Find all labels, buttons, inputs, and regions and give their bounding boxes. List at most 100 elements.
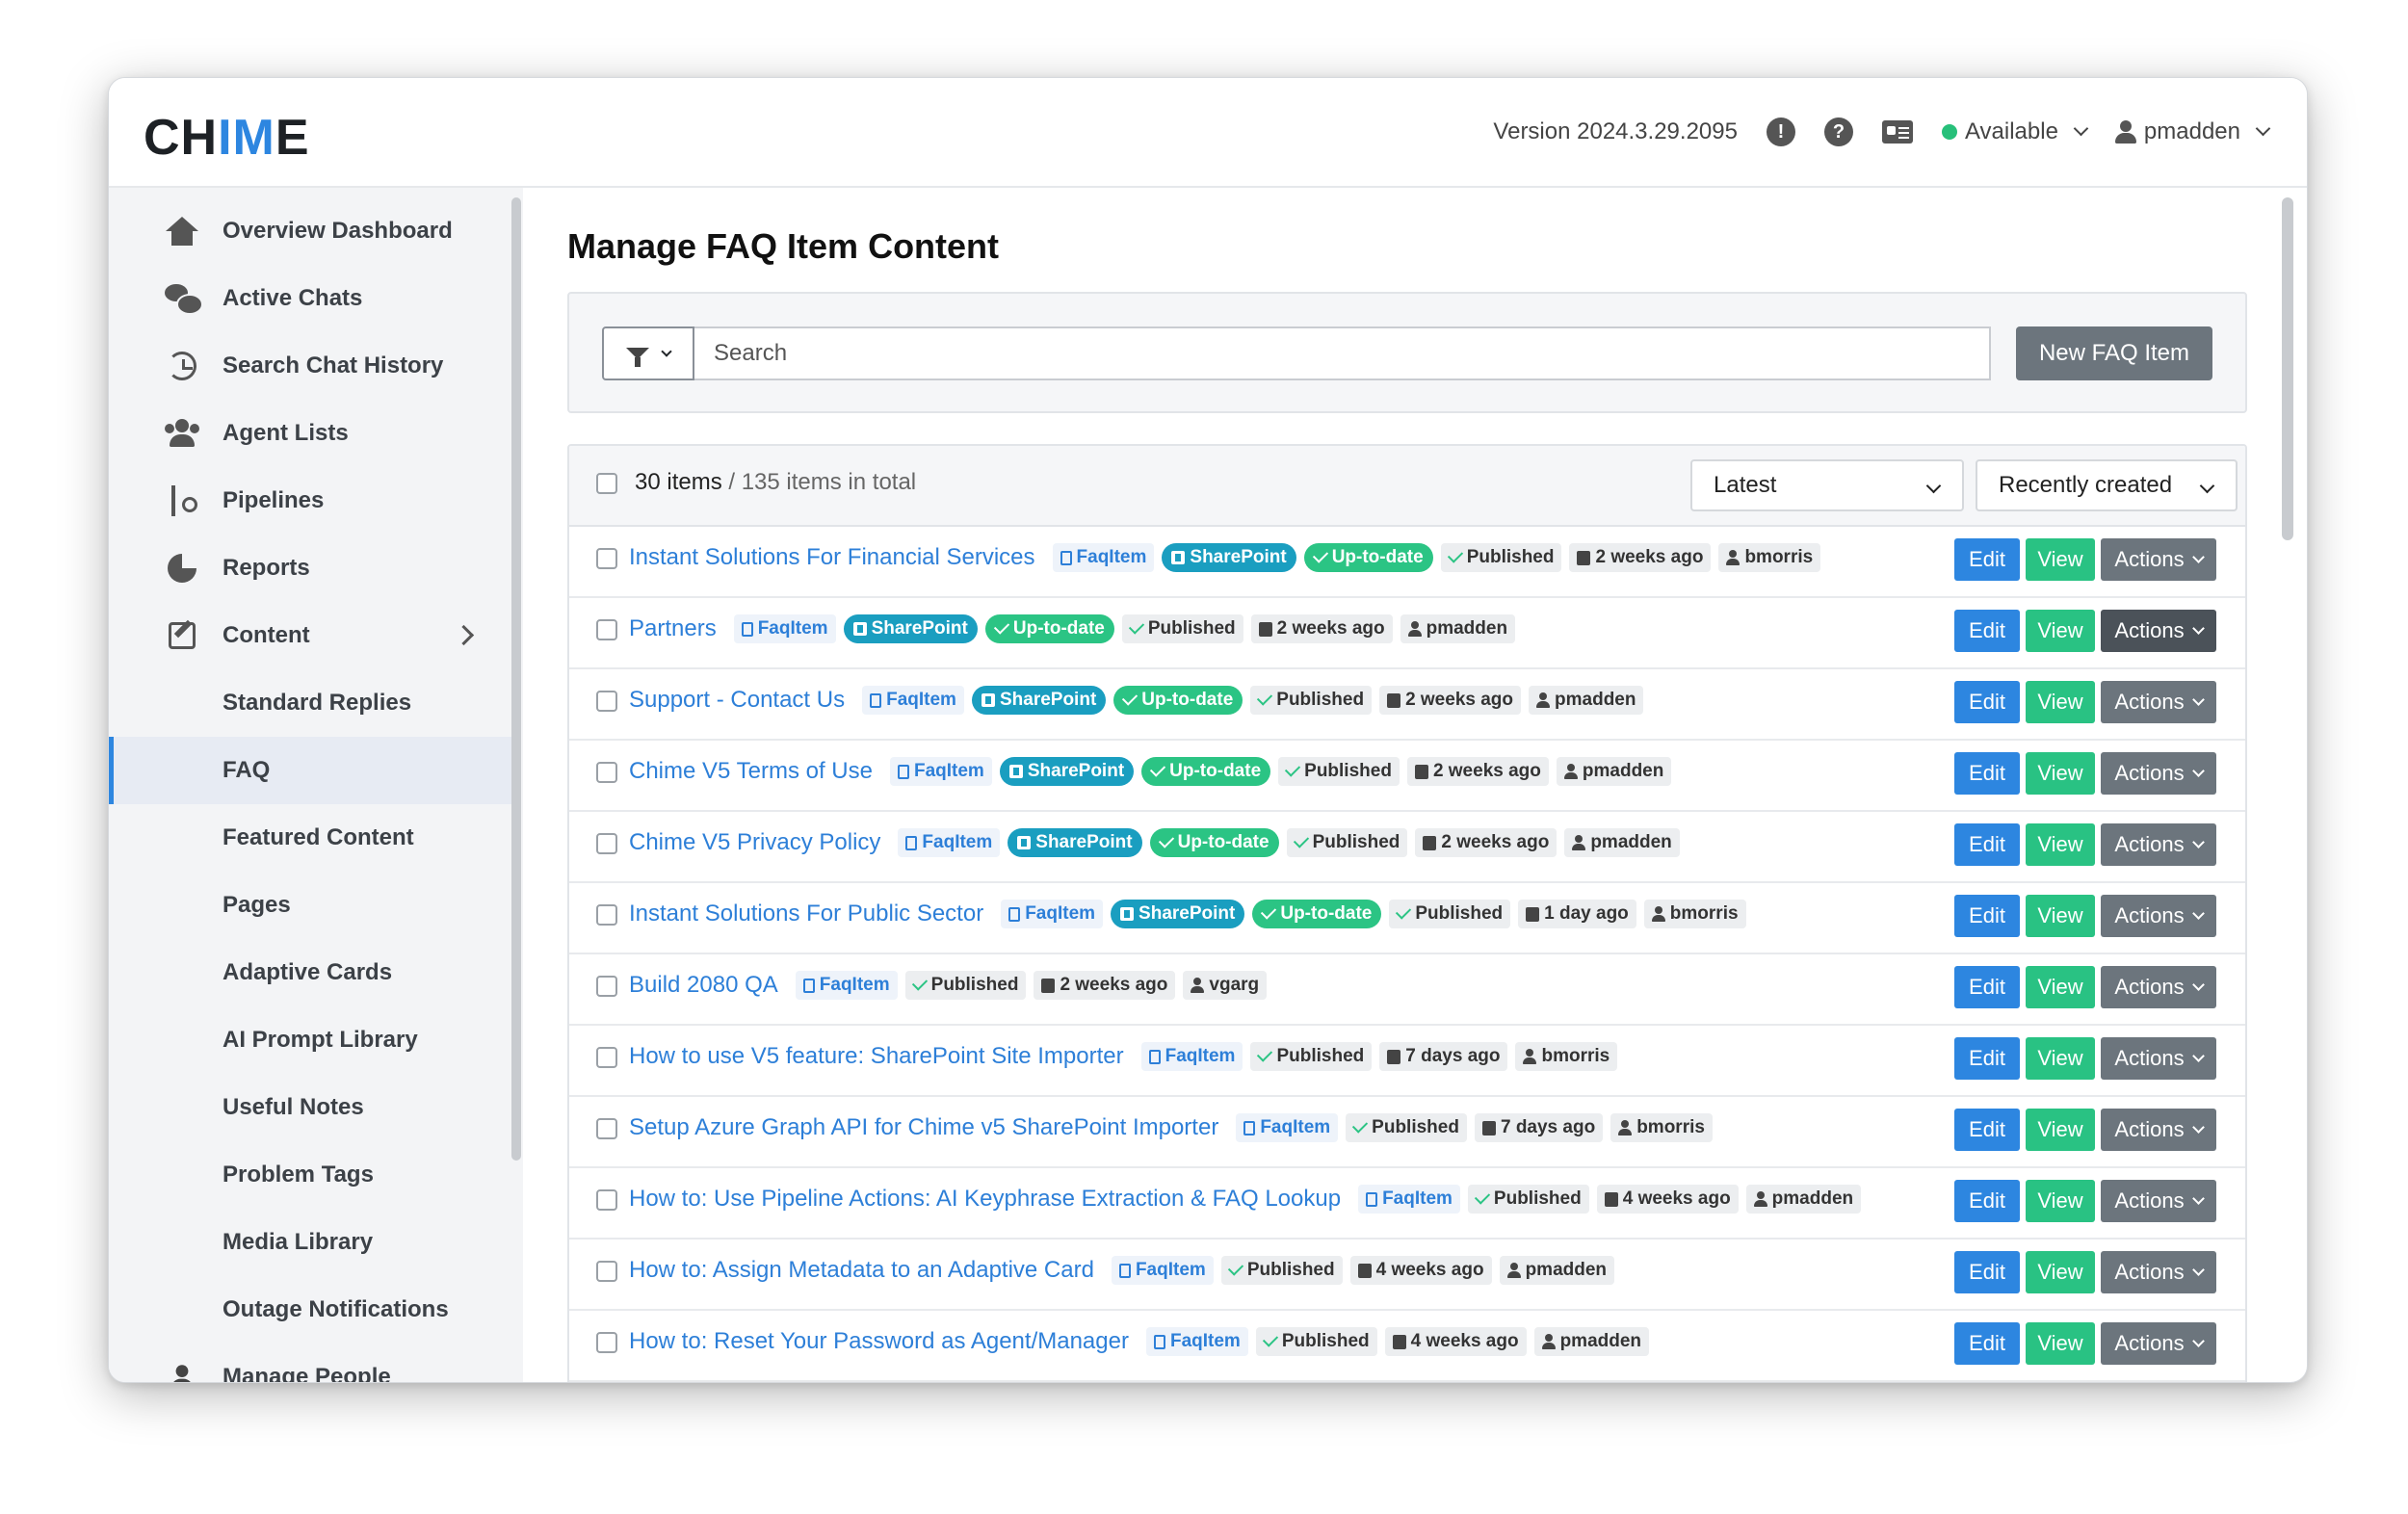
edit-button[interactable]: Edit	[1954, 610, 2020, 652]
nav-ai-prompt-library[interactable]: AI Prompt Library	[109, 1006, 511, 1074]
search-input[interactable]	[694, 326, 1991, 380]
actions-dropdown[interactable]: Actions	[2101, 1251, 2216, 1293]
nav-overview-dashboard[interactable]: Overview Dashboard	[109, 197, 511, 265]
faq-title-link[interactable]: How to: Assign Metadata to an Adaptive C…	[629, 1257, 1094, 1284]
view-button[interactable]: View	[2026, 823, 2095, 866]
chevron-down-icon	[2191, 764, 2205, 777]
edit-button[interactable]: Edit	[1954, 1037, 2020, 1080]
chime-logo[interactable]: CHIME	[144, 109, 310, 167]
row-checkbox[interactable]	[596, 1332, 617, 1353]
faq-title-link[interactable]: How to: Use Pipeline Actions: AI Keyphra…	[629, 1186, 1341, 1213]
actions-dropdown[interactable]: Actions	[2101, 681, 2216, 723]
nav-standard-replies[interactable]: Standard Replies	[109, 669, 511, 737]
new-faq-item-button[interactable]: New FAQ Item	[2016, 326, 2212, 380]
view-button[interactable]: View	[2026, 966, 2095, 1008]
row-checkbox[interactable]	[596, 762, 617, 783]
alert-icon[interactable]: !	[1766, 117, 1795, 146]
user-menu[interactable]: pmadden	[2114, 118, 2271, 145]
actions-dropdown[interactable]: Actions	[2101, 1322, 2216, 1365]
help-icon[interactable]: ?	[1823, 117, 1853, 146]
faq-title-link[interactable]: Chime V5 Terms of Use	[629, 758, 873, 785]
contact-card-icon[interactable]	[1881, 120, 1913, 144]
view-button[interactable]: View	[2026, 1037, 2095, 1080]
edit-button[interactable]: Edit	[1954, 1251, 2020, 1293]
nav-manage-people[interactable]: Manage People	[109, 1344, 511, 1382]
nav-search-chat-history[interactable]: Search Chat History	[109, 332, 511, 400]
view-button[interactable]: View	[2026, 895, 2095, 937]
view-button[interactable]: View	[2026, 1322, 2095, 1365]
nav-pipelines[interactable]: Pipelines	[109, 467, 511, 535]
row-checkbox[interactable]	[596, 1047, 617, 1068]
nav-faq[interactable]: FAQ	[109, 737, 511, 804]
view-button[interactable]: View	[2026, 1109, 2095, 1151]
edit-button[interactable]: Edit	[1954, 538, 2020, 581]
type-badge: FaqItem	[1358, 1185, 1460, 1214]
actions-dropdown[interactable]: Actions	[2101, 1037, 2216, 1080]
faq-title-link[interactable]: Instant Solutions For Financial Services	[629, 544, 1035, 571]
calendar-icon	[1392, 1334, 1406, 1349]
nav-outage-notifications[interactable]: Outage Notifications	[109, 1276, 511, 1344]
row-checkbox[interactable]	[596, 904, 617, 926]
edit-button[interactable]: Edit	[1954, 1180, 2020, 1222]
select-all-checkbox[interactable]	[596, 473, 617, 494]
faq-title-link[interactable]: Partners	[629, 615, 717, 642]
edit-button[interactable]: Edit	[1954, 752, 2020, 795]
faq-title-link[interactable]: Build 2080 QA	[629, 972, 778, 999]
row-checkbox[interactable]	[596, 619, 617, 640]
nav-pages[interactable]: Pages	[109, 872, 511, 939]
row-checkbox[interactable]	[596, 976, 617, 997]
row-checkbox[interactable]	[596, 1189, 617, 1211]
actions-dropdown[interactable]: Actions	[2101, 538, 2216, 581]
actions-dropdown[interactable]: Actions	[2101, 1180, 2216, 1222]
sort-select[interactable]: Recently created	[1976, 459, 2238, 511]
nav-featured-content[interactable]: Featured Content	[109, 804, 511, 872]
actions-dropdown[interactable]: Actions	[2101, 966, 2216, 1008]
status-dropdown[interactable]: Available	[1941, 118, 2089, 145]
nav-agent-lists[interactable]: Agent Lists	[109, 400, 511, 467]
row-actions: Edit View Actions	[1954, 1322, 2216, 1365]
actions-dropdown[interactable]: Actions	[2101, 752, 2216, 795]
edit-button[interactable]: Edit	[1954, 1109, 2020, 1151]
edit-button[interactable]: Edit	[1954, 1322, 2020, 1365]
row-checkbox[interactable]	[596, 548, 617, 569]
view-button[interactable]: View	[2026, 538, 2095, 581]
row-checkbox[interactable]	[596, 691, 617, 712]
view-button[interactable]: View	[2026, 1251, 2095, 1293]
view-button[interactable]: View	[2026, 752, 2095, 795]
row-checkbox[interactable]	[596, 833, 617, 854]
nav-content[interactable]: Content	[109, 602, 511, 669]
faq-title-link[interactable]: Instant Solutions For Public Sector	[629, 901, 983, 927]
actions-dropdown[interactable]: Actions	[2101, 1109, 2216, 1151]
main-scrollbar[interactable]	[2282, 197, 2293, 540]
faq-title-link[interactable]: How to: Reset Your Password as Agent/Man…	[629, 1328, 1129, 1355]
nav-adaptive-cards[interactable]: Adaptive Cards	[109, 939, 511, 1006]
nav-media-library[interactable]: Media Library	[109, 1209, 511, 1276]
view-button[interactable]: View	[2026, 1180, 2095, 1222]
type-badge: FaqItem	[795, 971, 898, 1000]
view-button[interactable]: View	[2026, 681, 2095, 723]
nav-useful-notes[interactable]: Useful Notes	[109, 1074, 511, 1141]
edit-button[interactable]: Edit	[1954, 966, 2020, 1008]
actions-dropdown[interactable]: Actions	[2101, 610, 2216, 652]
chevron-down-icon	[2073, 120, 2089, 136]
sidebar-scrollbar[interactable]	[511, 197, 521, 1161]
filter-button[interactable]	[602, 326, 694, 380]
row-checkbox[interactable]	[596, 1261, 617, 1282]
view-button[interactable]: View	[2026, 610, 2095, 652]
version-select[interactable]: Latest	[1690, 459, 1964, 511]
nav-problem-tags[interactable]: Problem Tags	[109, 1141, 511, 1209]
edit-button[interactable]: Edit	[1954, 895, 2020, 937]
faq-title-link[interactable]: Chime V5 Privacy Policy	[629, 829, 880, 856]
faq-title-link[interactable]: Support - Contact Us	[629, 687, 845, 714]
edit-button[interactable]: Edit	[1954, 823, 2020, 866]
faq-title-link[interactable]: How to use V5 feature: SharePoint Site I…	[629, 1043, 1124, 1070]
nav-active-chats[interactable]: Active Chats	[109, 265, 511, 332]
nav-reports[interactable]: Reports	[109, 535, 511, 602]
actions-dropdown[interactable]: Actions	[2101, 895, 2216, 937]
check-icon	[1257, 1045, 1273, 1062]
edit-button[interactable]: Edit	[1954, 681, 2020, 723]
header-right: Version 2024.3.29.2095 ! ? Available pma…	[1493, 78, 2271, 186]
row-checkbox[interactable]	[596, 1118, 617, 1139]
faq-title-link[interactable]: Setup Azure Graph API for Chime v5 Share…	[629, 1114, 1218, 1141]
actions-dropdown[interactable]: Actions	[2101, 823, 2216, 866]
